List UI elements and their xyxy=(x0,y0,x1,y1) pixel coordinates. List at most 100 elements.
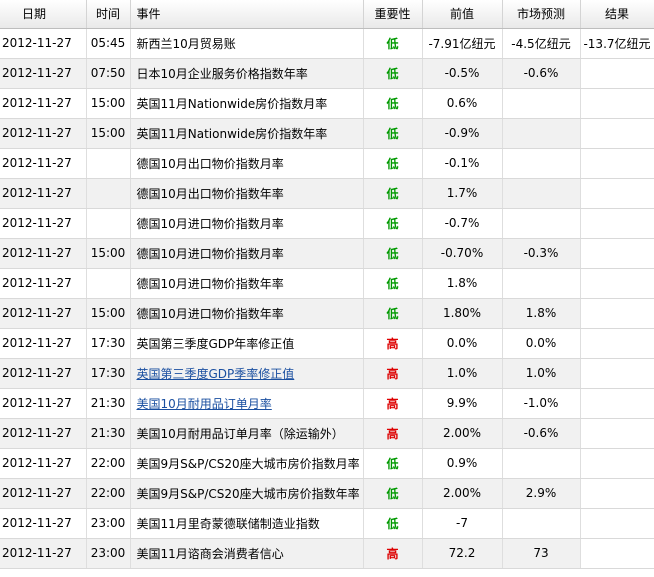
forecast-cell: -1.0% xyxy=(502,388,581,419)
date-cell: 2012-11-27 xyxy=(0,118,87,149)
actual-cell xyxy=(580,208,654,239)
table-row: 2012-11-27 德国10月出口物价指数年率低 1.7% xyxy=(0,178,654,209)
date-cell: 2012-11-27 xyxy=(0,208,87,239)
previous-value-cell: -0.5% xyxy=(422,58,503,89)
time-cell: 15:00 xyxy=(86,238,131,269)
time-cell: 15:00 xyxy=(86,298,131,329)
importance-cell: 低 xyxy=(363,508,423,539)
forecast-cell xyxy=(502,178,581,209)
table-row: 2012-11-27 15:00 英国11月Nationwide房价指数月率低 0.6… xyxy=(0,88,654,119)
time-cell xyxy=(86,268,131,299)
time-cell: 23:00 xyxy=(86,538,131,569)
importance-cell: 低 xyxy=(363,478,423,509)
calendar-rows: 2012-11-27 05:45 新西兰10月贸易账低 -7.91亿纽元 -4.5亿纽元… xyxy=(0,28,654,569)
table-row: 2012-11-27 德国10月进口物价指数年率低 1.8% xyxy=(0,268,654,299)
time-cell: 21:30 xyxy=(86,418,131,449)
actual-cell xyxy=(580,58,654,89)
previous-value-cell: -0.1% xyxy=(422,148,503,179)
importance-column-header: 重要性 xyxy=(363,0,423,29)
importance-cell: 高 xyxy=(363,328,423,359)
date-cell: 2012-11-27 xyxy=(0,238,87,269)
actual-cell xyxy=(580,388,654,419)
previous-value-cell: 0.9% xyxy=(422,448,503,479)
table-row: 2012-11-27 21:30 美国10月耐用品订单月率 高 9.9% -1.0% xyxy=(0,388,654,419)
actual-cell xyxy=(580,538,654,569)
actual-cell xyxy=(580,88,654,119)
previous-value-cell: 2.00% xyxy=(422,418,503,449)
previous-value-cell: 9.9% xyxy=(422,388,503,419)
actual-cell xyxy=(580,148,654,179)
table-row: 2012-11-27 17:30 英国第三季度GDP年率修正值高 0.0% 0.0% xyxy=(0,328,654,359)
event-cell: 美国9月S&P/CS20座大城市房价指数月率 xyxy=(130,448,364,479)
time-cell: 05:45 xyxy=(86,28,131,59)
time-cell: 15:00 xyxy=(86,118,131,149)
forecast-cell: 1.0% xyxy=(502,358,581,389)
table-row: 2012-11-27 15:00 英国11月Nationwide房价指数年率低 -0.… xyxy=(0,118,654,149)
date-cell: 2012-11-27 xyxy=(0,478,87,509)
date-cell: 2012-11-27 xyxy=(0,538,87,569)
forecast-cell xyxy=(502,448,581,479)
event-cell: 德国10月进口物价指数年率 xyxy=(130,268,364,299)
importance-cell: 低 xyxy=(363,268,423,299)
event-link[interactable]: 英国第三季度GDP季率修正值 xyxy=(137,367,295,381)
date-cell: 2012-11-27 xyxy=(0,298,87,329)
table-row: 2012-11-27 17:30 英国第三季度GDP季率修正值高 1.0% 1.0% xyxy=(0,358,654,389)
event-column-header: 事件 xyxy=(130,0,364,29)
importance-cell: 低 xyxy=(363,28,423,59)
table-row: 2012-11-27 23:00 美国11月谘商会消费者信心高 72.2 73 xyxy=(0,538,654,569)
date-cell: 2012-11-27 xyxy=(0,508,87,539)
event-cell: 英国11月Nationwide房价指数年率 xyxy=(130,118,364,149)
time-cell: 17:30 xyxy=(86,328,131,359)
actual-cell xyxy=(580,478,654,509)
forecast-cell: 1.8% xyxy=(502,298,581,329)
event-cell: 美国9月S&P/CS20座大城市房价指数年率 xyxy=(130,478,364,509)
date-cell: 2012-11-27 xyxy=(0,88,87,119)
forecast-cell xyxy=(502,208,581,239)
forecast-cell xyxy=(502,508,581,539)
previous-value-cell: 1.8% xyxy=(422,268,503,299)
economic-calendar-table: 日期 时间 事件 重要性 前值 市场预测 结果 2012-11-27 05:45 新… xyxy=(0,0,654,569)
actual-cell xyxy=(580,508,654,539)
actual-cell xyxy=(580,178,654,209)
actual-cell xyxy=(580,358,654,389)
time-cell: 21:30 xyxy=(86,388,131,419)
forecast-cell: -0.6% xyxy=(502,418,581,449)
previous-column-header: 前值 xyxy=(422,0,503,29)
table-row: 2012-11-27 15:00 德国10月进口物价指数月率低 -0.70% -0.3% xyxy=(0,238,654,269)
table-row: 2012-11-27 德国10月进口物价指数月率低 -0.7% xyxy=(0,208,654,239)
previous-value-cell: 2.00% xyxy=(422,478,503,509)
forecast-cell xyxy=(502,148,581,179)
event-cell: 新西兰10月贸易账 xyxy=(130,28,364,59)
importance-cell: 高 xyxy=(363,538,423,569)
importance-cell: 低 xyxy=(363,88,423,119)
previous-value-cell: 1.7% xyxy=(422,178,503,209)
time-cell xyxy=(86,148,131,179)
importance-cell: 低 xyxy=(363,298,423,329)
time-cell xyxy=(86,208,131,239)
table-row: 2012-11-27 22:00 美国9月S&P/CS20座大城市房价指数年率低 2.… xyxy=(0,478,654,509)
date-cell: 2012-11-27 xyxy=(0,178,87,209)
time-cell: 15:00 xyxy=(86,88,131,119)
previous-value-cell: -0.7% xyxy=(422,208,503,239)
table-row: 2012-11-27 德国10月出口物价指数月率低 -0.1% xyxy=(0,148,654,179)
table-row: 2012-11-27 22:00 美国9月S&P/CS20座大城市房价指数月率低 0.… xyxy=(0,448,654,479)
date-cell: 2012-11-27 xyxy=(0,358,87,389)
event-link[interactable]: 美国10月耐用品订单月率 xyxy=(137,397,272,411)
previous-value-cell: -0.70% xyxy=(422,238,503,269)
importance-cell: 低 xyxy=(363,238,423,269)
importance-cell: 低 xyxy=(363,118,423,149)
time-cell: 22:00 xyxy=(86,448,131,479)
table-row: 2012-11-27 23:00 美国11月里奇蒙德联储制造业指数低 -7 xyxy=(0,508,654,539)
event-cell: 美国10月耐用品订单月率（除运输外） xyxy=(130,418,364,449)
previous-value-cell: 1.0% xyxy=(422,358,503,389)
date-cell: 2012-11-27 xyxy=(0,58,87,89)
event-cell: 美国11月里奇蒙德联储制造业指数 xyxy=(130,508,364,539)
date-column-header: 日期 xyxy=(0,0,87,29)
table-row: 2012-11-27 15:00 德国10月进口物价指数年率低 1.80% 1.8% xyxy=(0,298,654,329)
importance-cell: 高 xyxy=(363,358,423,389)
table-row: 2012-11-27 21:30 美国10月耐用品订单月率（除运输外）高 2.00% -… xyxy=(0,418,654,449)
event-cell: 日本10月企业服务价格指数年率 xyxy=(130,58,364,89)
forecast-cell: -0.6% xyxy=(502,58,581,89)
time-cell xyxy=(86,178,131,209)
time-cell: 23:00 xyxy=(86,508,131,539)
